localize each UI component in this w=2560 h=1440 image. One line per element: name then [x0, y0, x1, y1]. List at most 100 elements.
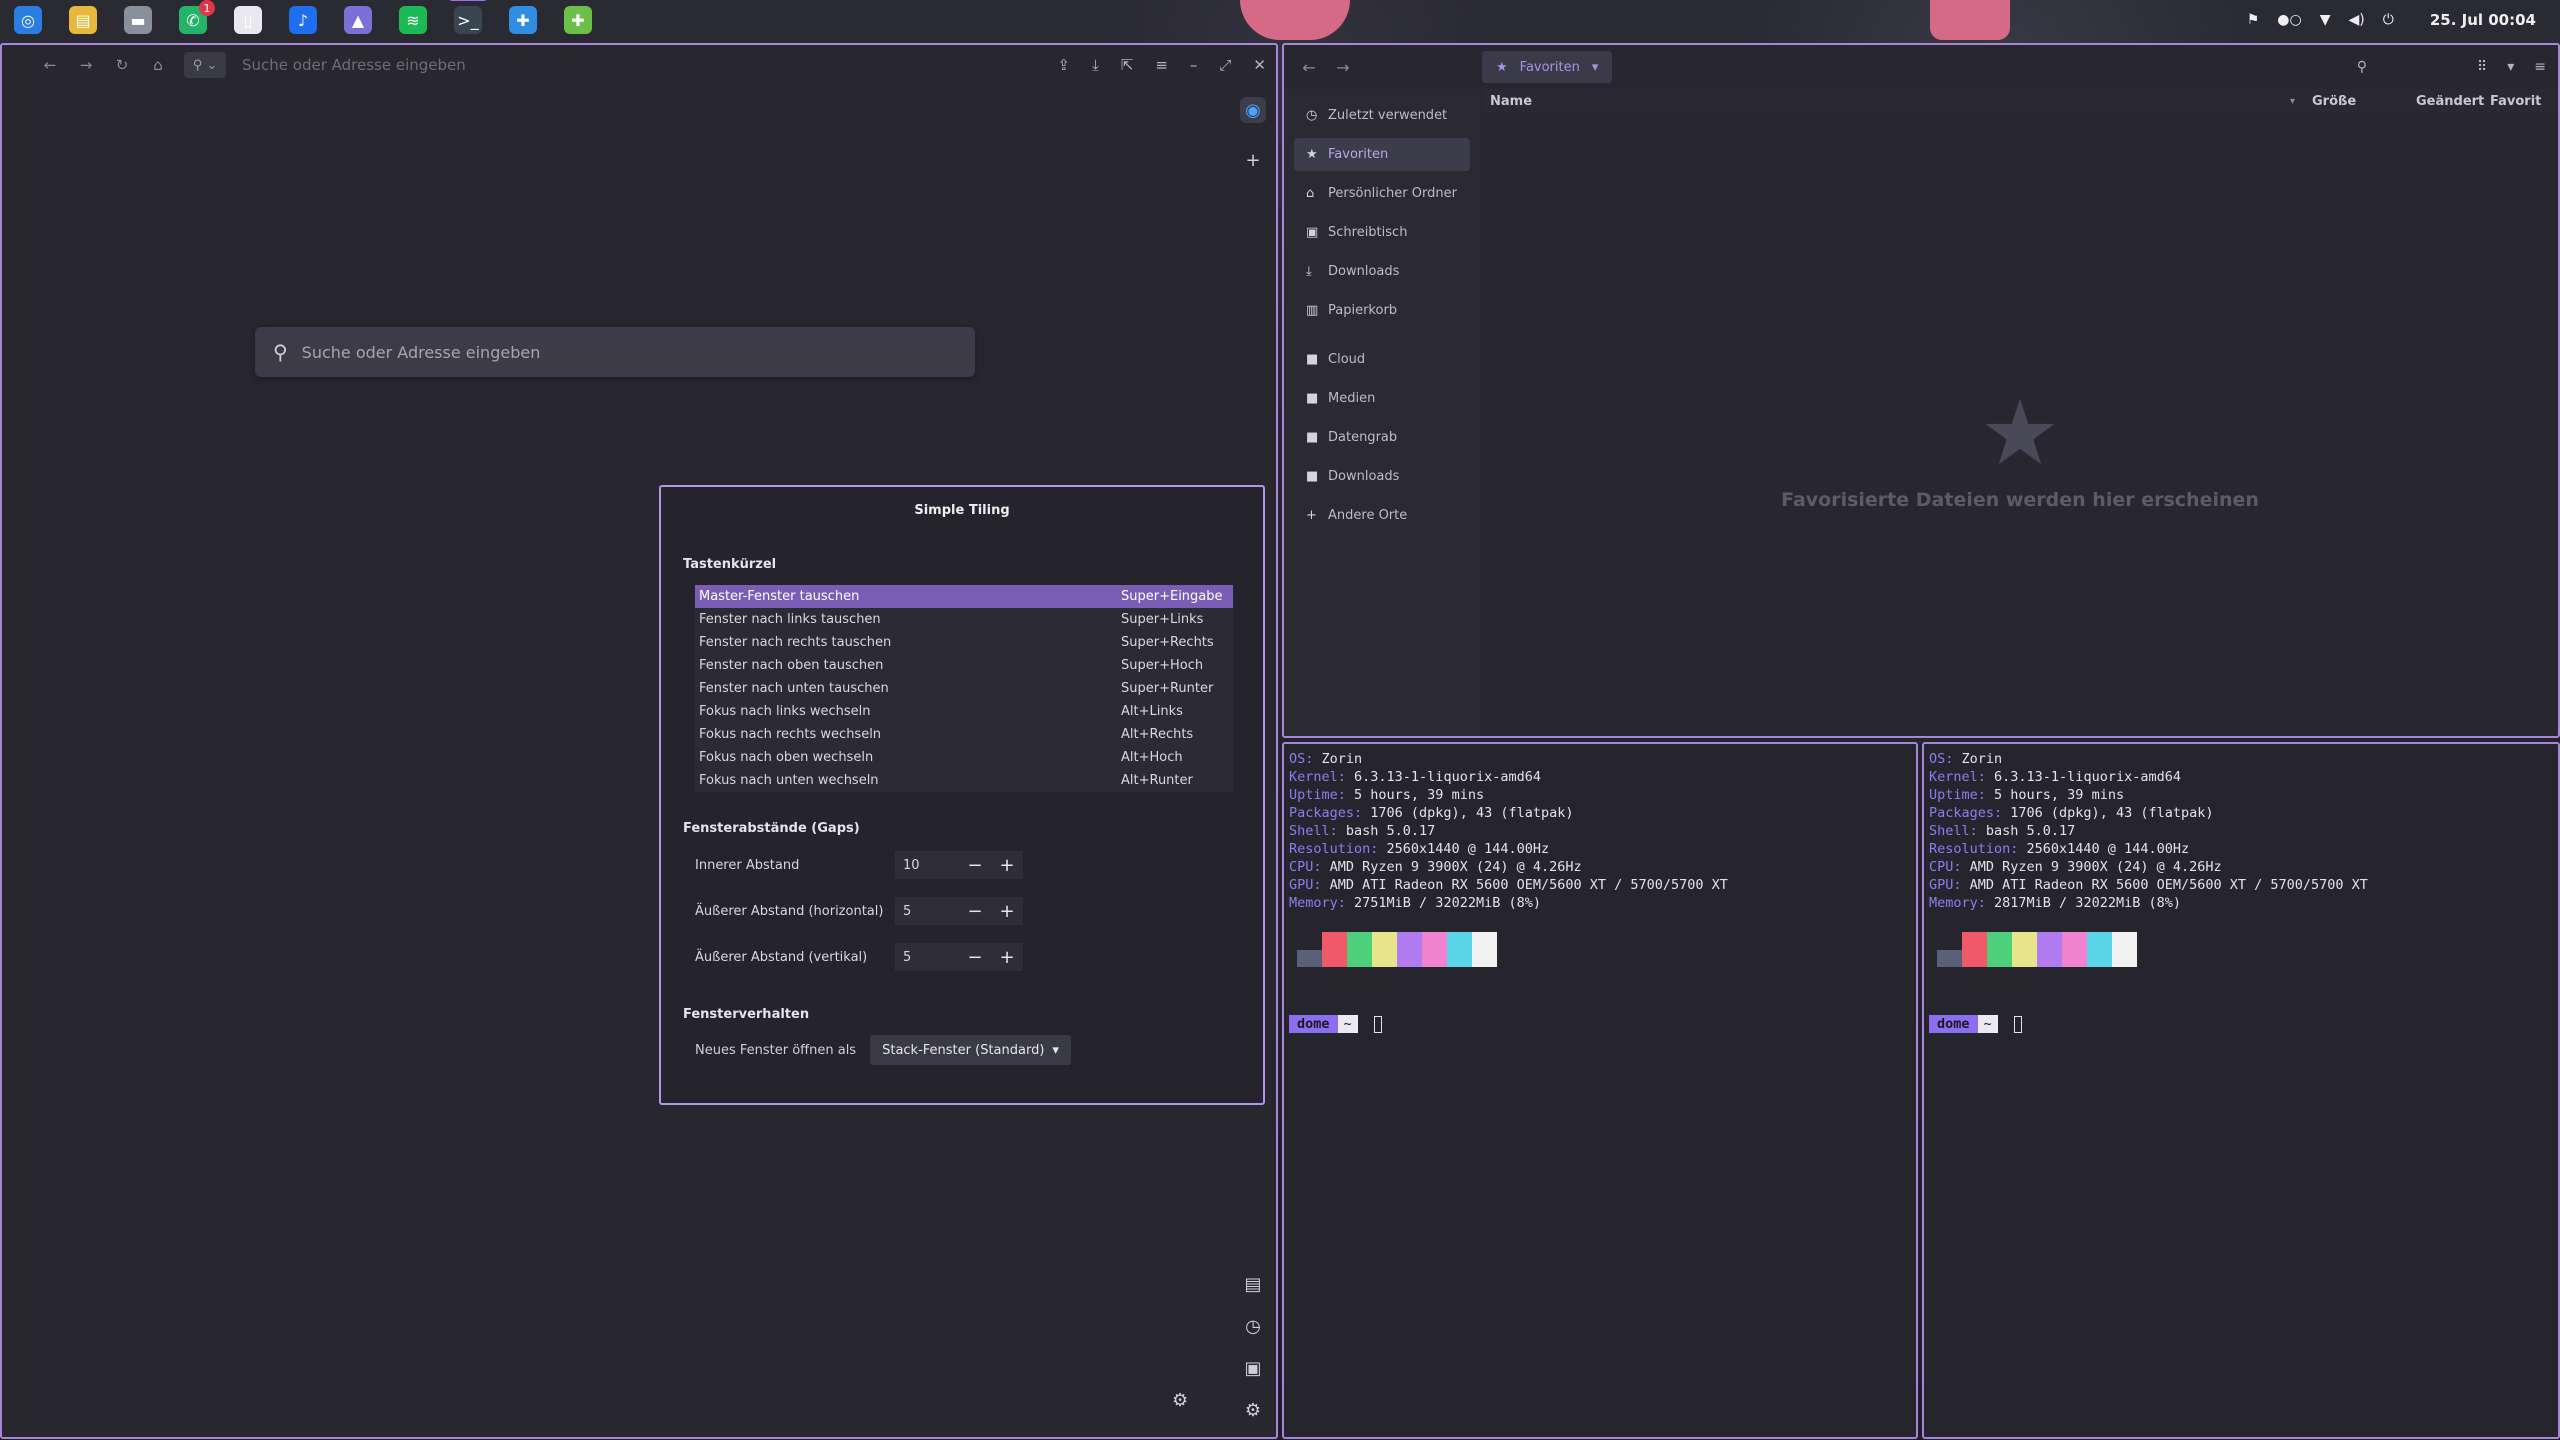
view-grid-icon[interactable]: ⠿ — [2477, 59, 2487, 75]
terminal-app-icon[interactable]: >_ — [450, 0, 486, 34]
minimize-icon[interactable]: – — [1190, 56, 1198, 74]
app-glyph: ✆ — [186, 10, 200, 30]
shortcut-row[interactable]: Fenster nach links tauschen Super+Links — [695, 608, 1233, 631]
browser-app-icon[interactable]: ◎ — [14, 6, 42, 34]
sidebar-item-downloads-2[interactable]: ■ Downloads — [1294, 460, 1470, 493]
sysinfo-value: AMD Ryzen 9 3900X (24) @ 4.26Hz — [1961, 859, 2222, 875]
start-page-search[interactable]: ⚲ Suche oder Adresse eingeben — [255, 327, 975, 377]
sysinfo-key: OS: — [1929, 751, 1954, 767]
share-icon[interactable]: ⇱ — [1121, 56, 1134, 74]
vpn-app-icon[interactable]: ▲ — [344, 6, 372, 34]
address-input[interactable]: Suche oder Adresse eingeben — [242, 56, 466, 74]
music-app-icon[interactable]: ♪ — [289, 6, 317, 34]
shell-prompt[interactable]: dome ~ — [1929, 1015, 2558, 1033]
sidebar-item-recent[interactable]: ◷ Zuletzt verwendet — [1294, 99, 1470, 132]
sysinfo-key: Memory: — [1929, 895, 1986, 911]
path-bar-favorites[interactable]: ★ Favoriten ▾ — [1482, 51, 1613, 83]
history-icon[interactable]: ◷ — [1240, 1313, 1266, 1339]
sidebar-item-trash[interactable]: ▥ Papierkorb — [1294, 294, 1470, 327]
shortcut-row[interactable]: Master-Fenster tauschen Super+Eingabe — [695, 585, 1233, 608]
shortcut-key: Super+Rechts — [1121, 635, 1214, 650]
extensions-app-icon[interactable]: ✚ — [509, 6, 537, 34]
sysinfo-key: Memory: — [1289, 895, 1346, 911]
sidebar-item-downloads[interactable]: ⤓ Downloads — [1294, 255, 1470, 288]
increase-button[interactable]: + — [991, 947, 1023, 968]
menu-icon[interactable]: ≡ — [1155, 56, 1168, 74]
color-swatch — [1937, 950, 1962, 967]
puzzle-app-icon[interactable]: ✚ — [564, 6, 592, 34]
terminal-window-2[interactable]: OS: Zorin Kernel: 6.3.13-1-liquorix-amd64… — [1922, 742, 2560, 1439]
shortcut-row[interactable]: Fokus nach links wechseln Alt+Links — [695, 700, 1233, 723]
shortcut-row[interactable]: Fenster nach oben tauschen Super+Hoch — [695, 654, 1233, 677]
files-app-icon[interactable]: ▬ — [124, 6, 152, 34]
shortcut-row[interactable]: Fenster nach rechts tauschen Super+Rechts — [695, 631, 1233, 654]
column-modified[interactable]: Geändert — [2416, 94, 2490, 109]
volume-icon[interactable]: ◀) — [2349, 12, 2365, 28]
search-engine-button[interactable]: ⚲ ⌄ — [184, 52, 226, 78]
back-icon[interactable]: ← — [32, 56, 68, 74]
outer-h-gap-value[interactable]: 5 — [895, 904, 959, 919]
download-icon[interactable]: ⤓ — [1092, 56, 1099, 74]
reload-icon[interactable]: ↻ — [104, 56, 140, 74]
decrease-button[interactable]: − — [959, 855, 991, 876]
column-name[interactable]: Name — [1482, 94, 2290, 109]
app-indicator-icon[interactable]: ⚑ — [2247, 12, 2260, 28]
new-window-dropdown[interactable]: Stack-Fenster (Standard) ▾ — [870, 1035, 1071, 1065]
sysinfo-value: 5 hours, 39 mins — [1345, 787, 1485, 803]
path-label: Favoriten — [1519, 59, 1580, 75]
sidebar-item-other-places[interactable]: + Andere Orte — [1294, 499, 1470, 532]
search-icon[interactable]: ⚲ — [2357, 59, 2367, 75]
gear-icon[interactable]: ⚙ — [1240, 1397, 1266, 1423]
sidebar-item-home[interactable]: ⌂ Persönlicher Ordner — [1294, 177, 1470, 210]
sidebar-item-cloud[interactable]: ■ Cloud — [1294, 343, 1470, 376]
add-panel-icon[interactable]: + — [1240, 147, 1266, 173]
shortcut-label: Fenster nach oben tauschen — [699, 658, 884, 673]
browser-logo-icon[interactable]: ◉ — [1240, 97, 1266, 123]
maximize-icon[interactable]: ⤢ — [1219, 56, 1231, 74]
shield-icon[interactable]: ▣ — [1240, 1355, 1266, 1381]
forward-icon[interactable]: → — [1328, 58, 1358, 77]
wifi-icon[interactable]: ▼ — [2320, 12, 2331, 28]
increase-button[interactable]: + — [991, 855, 1023, 876]
decrease-button[interactable]: − — [959, 947, 991, 968]
shortcut-row[interactable]: Fokus nach oben wechseln Alt+Hoch — [695, 746, 1233, 769]
sysinfo-value: 2817MiB / 32022MiB (8%) — [1985, 895, 2181, 911]
shortcut-row[interactable]: Fokus nach rechts wechseln Alt+Rechts — [695, 723, 1233, 746]
sidebar-item-datengrab[interactable]: ■ Datengrab — [1294, 421, 1470, 454]
spotify-app-icon[interactable]: ≋ — [399, 6, 427, 34]
increase-button[interactable]: + — [991, 901, 1023, 922]
sidebar-item-desktop[interactable]: ▣ Schreibtisch — [1294, 216, 1470, 249]
outer-v-gap-value[interactable]: 5 — [895, 950, 959, 965]
inner-gap-value[interactable]: 10 — [895, 858, 959, 873]
home-icon[interactable]: ⌂ — [140, 56, 176, 74]
power-icon[interactable]: ⏻ — [2383, 12, 2394, 28]
close-icon[interactable]: ✕ — [1253, 56, 1266, 74]
color-swatch — [1962, 932, 1987, 967]
sidebar-item-media[interactable]: ■ Medien — [1294, 382, 1470, 415]
menu-icon[interactable]: ≡ — [2534, 59, 2546, 75]
column-favorite[interactable]: Favorit — [2490, 94, 2541, 109]
chevron-down-icon[interactable]: ▾ — [2507, 59, 2514, 75]
sysinfo-line: Packages: 1706 (dpkg), 43 (flatpak) — [1289, 804, 1916, 822]
toggle-indicator-icon[interactable]: ●○ — [2277, 12, 2301, 28]
start-page-settings-icon[interactable]: ⚙ — [1172, 1390, 1188, 1411]
start-page-search-input[interactable]: Suche oder Adresse eingeben — [302, 343, 541, 362]
sysinfo-key: GPU: — [1289, 877, 1322, 893]
upload-icon[interactable]: ⇪ — [1058, 56, 1071, 74]
forward-icon[interactable]: → — [68, 56, 104, 74]
messenger-app-icon[interactable]: ✆ 1 — [179, 0, 215, 34]
sidebar-item-favorites[interactable]: ★ Favoriten — [1294, 138, 1470, 171]
clock[interactable]: 25. Jul 00:04 — [2430, 11, 2536, 29]
shell-prompt[interactable]: dome ~ — [1289, 1015, 1916, 1033]
sort-chevron-icon[interactable]: ▾ — [2290, 96, 2306, 107]
back-icon[interactable]: ← — [1294, 58, 1324, 77]
decrease-button[interactable]: − — [959, 901, 991, 922]
shortcut-row[interactable]: Fokus nach unten wechseln Alt+Runter — [695, 769, 1233, 792]
outer-v-gap-label: Äußerer Abstand (vertikal) — [695, 949, 868, 965]
terminal-window-1[interactable]: OS: Zorin Kernel: 6.3.13-1-liquorix-amd64… — [1282, 742, 1918, 1439]
window-panel-icon[interactable]: ▤ — [1240, 1271, 1266, 1297]
notes-app-icon[interactable]: ▤ — [69, 6, 97, 34]
shortcut-row[interactable]: Fenster nach unten tauschen Super+Runter — [695, 677, 1233, 700]
column-size[interactable]: Größe — [2306, 94, 2416, 109]
document-app-icon[interactable]: ▯ — [234, 6, 262, 34]
